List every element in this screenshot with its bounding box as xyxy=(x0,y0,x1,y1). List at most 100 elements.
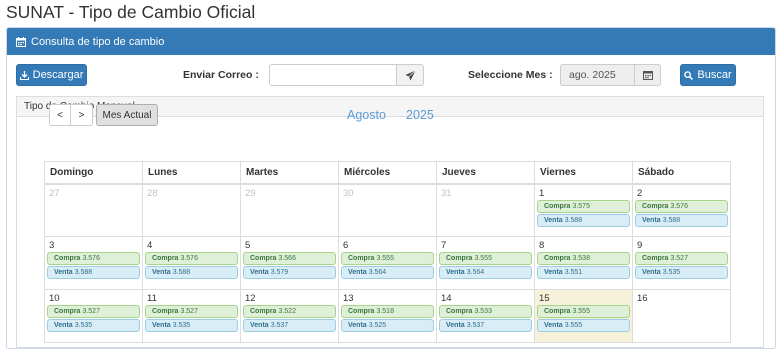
next-month-button[interactable]: > xyxy=(70,104,93,126)
weekday-header: Domingo xyxy=(44,161,143,185)
venta-label: Venta xyxy=(446,269,465,276)
venta-rate-event[interactable]: Venta 3.537 xyxy=(439,319,532,332)
day-number: 6 xyxy=(343,240,349,251)
venta-value: 3.525 xyxy=(368,322,387,329)
venta-rate-event[interactable]: Venta 3.588 xyxy=(635,213,728,227)
day-number: 5 xyxy=(245,240,251,251)
compra-label: Compra xyxy=(54,308,81,315)
month-picker-button[interactable] xyxy=(634,64,661,86)
venta-rate-event[interactable]: Venta 3.588 xyxy=(47,266,140,279)
compra-rate-event[interactable]: Compra 3.555 xyxy=(341,252,434,265)
compra-rate-event[interactable]: Compra 3.575 xyxy=(537,199,630,213)
compra-value: 3.533 xyxy=(474,308,492,315)
venta-value: 3.537 xyxy=(466,322,485,329)
calendar-day-cell[interactable]: 31 xyxy=(436,183,535,237)
email-input[interactable] xyxy=(269,64,397,86)
current-month-button[interactable]: Mes Actual xyxy=(96,104,158,126)
compra-rate-event[interactable]: Compra 3.576 xyxy=(47,252,140,265)
compra-value: 3.518 xyxy=(376,308,394,315)
compra-rate-event[interactable]: Compra 3.538 xyxy=(537,252,630,265)
email-label: Enviar Correo : xyxy=(183,69,259,81)
calendar-day-cell[interactable]: 13 Compra 3.518 Venta 3.525 xyxy=(338,289,437,343)
venta-rate-event[interactable]: Venta 3.564 xyxy=(341,266,434,279)
calendar-day-cell[interactable]: 4 Compra 3.576 Venta 3.588 xyxy=(142,236,241,290)
calendar-day-cell[interactable]: 3 Compra 3.576 Venta 3.588 xyxy=(44,236,143,290)
venta-value: 3.564 xyxy=(368,269,387,276)
compra-rate-event[interactable]: Compra 3.576 xyxy=(145,252,238,265)
day-number: 3 xyxy=(49,240,55,251)
compra-rate-event[interactable]: Compra 3.527 xyxy=(47,305,140,318)
venta-rate-event[interactable]: Venta 3.588 xyxy=(537,213,630,227)
compra-rate-event[interactable]: Compra 3.527 xyxy=(145,305,238,318)
venta-rate-event[interactable]: Venta 3.537 xyxy=(243,319,336,332)
compra-value: 3.576 xyxy=(670,202,688,210)
venta-rate-event[interactable]: Venta 3.555 xyxy=(537,319,630,332)
day-number: 11 xyxy=(147,293,157,304)
compra-rate-event[interactable]: Compra 3.576 xyxy=(635,199,728,213)
compra-value: 3.555 xyxy=(376,255,394,262)
calendar-day-cell[interactable]: 12 Compra 3.522 Venta 3.537 xyxy=(240,289,339,343)
prev-month-button[interactable]: < xyxy=(49,104,71,126)
search-label: Buscar xyxy=(697,69,732,81)
venta-label: Venta xyxy=(544,322,563,329)
venta-value: 3.535 xyxy=(172,322,191,329)
calendar-day-cell[interactable]: 29 xyxy=(240,183,339,237)
weekday-header: Jueves xyxy=(436,161,535,185)
calendar-day-cell[interactable]: 28 xyxy=(142,183,241,237)
calendar-day-cell[interactable]: 2 Compra 3.576 Venta 3.588 xyxy=(632,183,731,237)
download-button[interactable]: Descargar xyxy=(16,64,87,86)
venta-rate-event[interactable]: Venta 3.525 xyxy=(341,319,434,332)
calendar-day-cell[interactable]: 5 Compra 3.566 Venta 3.579 xyxy=(240,236,339,290)
day-number: 15 xyxy=(539,293,550,304)
venta-rate-event[interactable]: Venta 3.588 xyxy=(145,266,238,279)
venta-rate-event[interactable]: Venta 3.535 xyxy=(145,319,238,332)
compra-rate-event[interactable]: Compra 3.555 xyxy=(537,305,630,318)
compra-rate-event[interactable]: Compra 3.533 xyxy=(439,305,532,318)
paper-plane-icon xyxy=(405,69,416,80)
calendar-day-cell[interactable]: 6 Compra 3.555 Venta 3.564 xyxy=(338,236,437,290)
calendar-day-cell[interactable]: 8 Compra 3.538 Venta 3.551 xyxy=(534,236,633,290)
calendar-day-cell[interactable]: 1 Compra 3.575 Venta 3.588 xyxy=(534,183,633,237)
compra-rate-event[interactable]: Compra 3.555 xyxy=(439,252,532,265)
calendar-year: 2025 xyxy=(406,108,434,122)
venta-rate-event[interactable]: Venta 3.564 xyxy=(439,266,532,279)
venta-value: 3.588 xyxy=(564,216,583,224)
compra-rate-event[interactable]: Compra 3.522 xyxy=(243,305,336,318)
venta-label: Venta xyxy=(250,269,269,276)
calendar-day-cell[interactable]: 9 Compra 3.527 Venta 3.535 xyxy=(632,236,731,290)
page-title: SUNAT - Tipo de Cambio Oficial xyxy=(6,2,256,22)
calendar-day-cell[interactable]: 15 Compra 3.555 Venta 3.555 xyxy=(534,289,633,343)
venta-label: Venta xyxy=(54,269,73,276)
month-input[interactable]: ago. 2025 xyxy=(560,64,635,86)
compra-value: 3.527 xyxy=(670,255,688,262)
venta-label: Venta xyxy=(250,322,269,329)
calendar-icon xyxy=(642,71,653,80)
venta-rate-event[interactable]: Venta 3.551 xyxy=(537,266,630,279)
day-number: 31 xyxy=(441,187,452,199)
venta-rate-event[interactable]: Venta 3.535 xyxy=(47,319,140,332)
venta-rate-event[interactable]: Venta 3.579 xyxy=(243,266,336,279)
calendar-day-cell[interactable]: 27 xyxy=(44,183,143,237)
venta-label: Venta xyxy=(152,322,171,329)
compra-value: 3.555 xyxy=(474,255,492,262)
venta-rate-event[interactable]: Venta 3.535 xyxy=(635,266,728,279)
download-label: Descargar xyxy=(32,69,84,81)
compra-rate-event[interactable]: Compra 3.518 xyxy=(341,305,434,318)
calendar-day-cell[interactable]: 14 Compra 3.533 Venta 3.537 xyxy=(436,289,535,343)
calendar-day-cell[interactable]: 16 xyxy=(632,289,731,343)
calendar-day-cell[interactable]: 7 Compra 3.555 Venta 3.564 xyxy=(436,236,535,290)
venta-value: 3.551 xyxy=(564,269,583,276)
compra-rate-event[interactable]: Compra 3.527 xyxy=(635,252,728,265)
weekday-header: Martes xyxy=(240,161,339,185)
compra-rate-event[interactable]: Compra 3.566 xyxy=(243,252,336,265)
calendar-day-cell[interactable]: 11 Compra 3.527 Venta 3.535 xyxy=(142,289,241,343)
weekday-header: Viernes xyxy=(534,161,633,185)
calendar-week-row: 3 Compra 3.576 Venta 3.588 4 Compra 3.576 Venta 3… xyxy=(44,236,731,290)
search-button[interactable]: Buscar xyxy=(680,64,736,86)
send-email-button[interactable] xyxy=(396,64,424,86)
venta-label: Venta xyxy=(544,269,563,276)
month-label: Seleccione Mes : xyxy=(468,69,553,81)
calendar-day-cell[interactable]: 10 Compra 3.527 Venta 3.535 xyxy=(44,289,143,343)
calendar-day-cell[interactable]: 30 xyxy=(338,183,437,237)
day-number: 10 xyxy=(49,293,60,304)
